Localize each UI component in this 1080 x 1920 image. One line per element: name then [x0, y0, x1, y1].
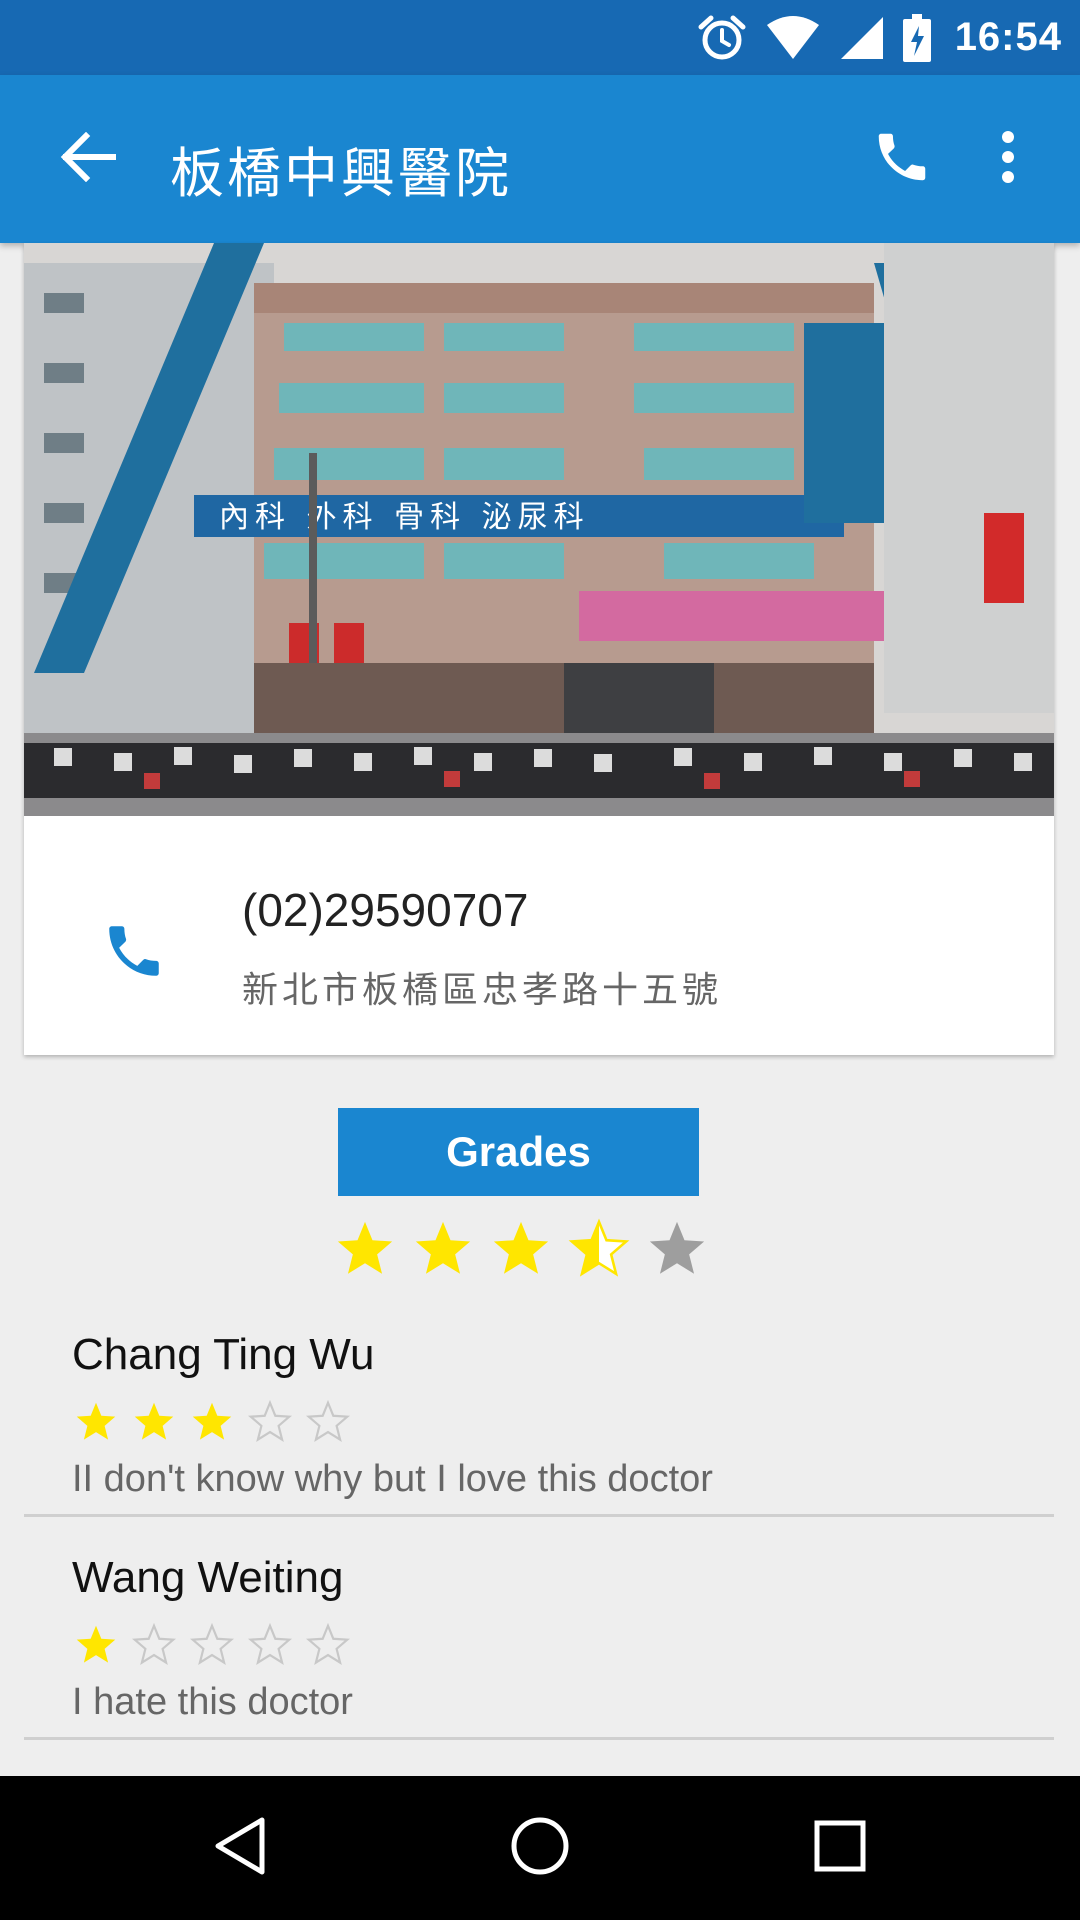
battery-charging-icon [902, 13, 931, 62]
review-comment: II don't know why but I love this doctor [72, 1458, 713, 1500]
status-icons: 16:54 [697, 0, 1062, 75]
recents-square-icon [812, 1818, 868, 1879]
star-outline-icon [248, 1400, 292, 1442]
star-filled-icon [76, 1402, 116, 1440]
grades-button[interactable]: Grades [338, 1108, 699, 1196]
hospital-card: 內科 外科 骨科 泌尿科 (02)29590707 新北市板橋區忠孝路十五號 [24, 243, 1054, 1055]
arrow-back-icon [60, 131, 117, 187]
home-circle-icon [509, 1815, 571, 1882]
contact-phone-button[interactable] [84, 903, 184, 1003]
navigation-bar [0, 1776, 1080, 1920]
star-half-icon [568, 1218, 630, 1277]
overall-rating [334, 1218, 708, 1280]
star-filled-icon [337, 1221, 393, 1274]
review-rating [74, 1623, 350, 1667]
page-title: 板橋中興醫院 [170, 142, 512, 205]
star-outline-icon [248, 1623, 292, 1665]
review-rating [74, 1400, 350, 1444]
call-button[interactable] [860, 117, 944, 201]
nav-back-button[interactable] [190, 1798, 290, 1898]
star-empty-icon [649, 1221, 705, 1274]
reviewer-name: Chang Ting Wu [72, 1330, 375, 1379]
overflow-menu-button[interactable] [966, 117, 1050, 201]
reviewer-name: Wang Weiting [72, 1553, 344, 1602]
phone-icon [871, 126, 933, 193]
star-filled-icon [493, 1221, 549, 1274]
star-outline-icon [306, 1623, 350, 1665]
signal-icon [839, 15, 885, 61]
nav-home-button[interactable] [490, 1798, 590, 1898]
back-button[interactable] [48, 119, 128, 199]
star-filled-icon [76, 1625, 116, 1663]
star-outline-icon [132, 1623, 176, 1665]
wifi-icon [765, 15, 821, 61]
nav-recents-button[interactable] [790, 1798, 890, 1898]
phone-icon [101, 918, 167, 989]
review-comment: I hate this doctor [72, 1681, 353, 1723]
phone-number[interactable]: (02)29590707 [242, 883, 528, 937]
star-filled-icon [415, 1221, 471, 1274]
address: 新北市板橋區忠孝路十五號 [242, 970, 723, 1011]
divider [24, 1514, 1054, 1517]
star-outline-icon [306, 1400, 350, 1442]
hospital-photo: 內科 外科 骨科 泌尿科 [24, 243, 1054, 816]
more-vertical-icon [998, 129, 1018, 190]
star-filled-icon [192, 1402, 232, 1440]
app-bar: 板橋中興醫院 [0, 75, 1080, 243]
banner-text: 內科 外科 骨科 泌尿科 [219, 500, 590, 535]
clock: 16:54 [954, 15, 1062, 59]
divider [24, 1737, 1054, 1740]
alarm-icon [697, 13, 747, 63]
star-outline-icon [190, 1623, 234, 1665]
back-triangle-icon [210, 1814, 270, 1883]
status-bar: 16:54 [0, 0, 1080, 75]
star-filled-icon [134, 1402, 174, 1440]
